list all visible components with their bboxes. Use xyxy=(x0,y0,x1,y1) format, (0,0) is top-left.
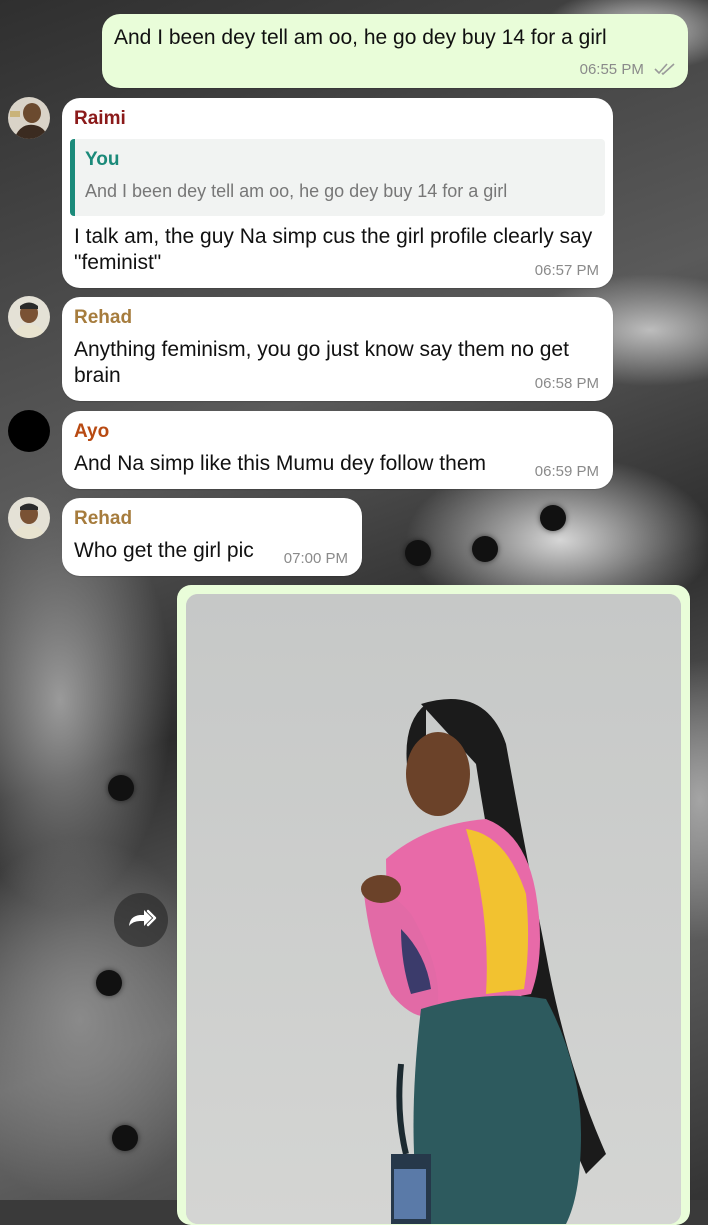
message-time: 07:00 PM xyxy=(283,550,348,567)
avatar[interactable] xyxy=(8,410,50,452)
message-text: Who get the girl pic xyxy=(74,539,254,562)
message-time: 06:59 PM xyxy=(534,463,599,480)
sender-name: Rehad xyxy=(74,307,133,328)
message-text: And Na simp like this Mumu dey follow th… xyxy=(74,452,486,475)
message-text: Anything feminism, you go just know say … xyxy=(74,338,569,387)
wallpaper-hole xyxy=(472,536,498,562)
outgoing-image-message[interactable] xyxy=(177,585,690,1225)
double-check-icon xyxy=(654,62,676,80)
forward-icon xyxy=(129,909,157,927)
wallpaper-hole xyxy=(96,970,122,996)
message-time-row: 06:55 PM xyxy=(580,61,676,80)
avatar[interactable] xyxy=(8,296,50,338)
shared-photo[interactable] xyxy=(186,594,681,1224)
outgoing-message[interactable]: And I been dey tell am oo, he go dey buy… xyxy=(102,14,688,88)
message-text: I talk am, the guy Na simp cus the girl … xyxy=(74,225,593,274)
sender-name: Ayo xyxy=(74,421,110,442)
wallpaper-hole xyxy=(405,540,431,566)
avatar[interactable] xyxy=(8,497,50,539)
sender-name: Raimi xyxy=(74,108,126,129)
message-time: 06:55 PM xyxy=(579,61,644,78)
wallpaper-hole xyxy=(540,505,566,531)
message-text: And I been dey tell am oo, he go dey buy… xyxy=(114,26,607,49)
incoming-message[interactable]: Ayo And Na simp like this Mumu dey follo… xyxy=(62,411,613,489)
message-time: 06:58 PM xyxy=(534,375,599,392)
incoming-message[interactable]: Raimi You And I been dey tell am oo, he … xyxy=(62,98,613,288)
wallpaper-hole xyxy=(112,1125,138,1151)
message-time: 06:57 PM xyxy=(534,262,599,279)
quote-author: You xyxy=(85,149,120,170)
avatar[interactable] xyxy=(8,97,50,139)
incoming-message[interactable]: Rehad Who get the girl pic 07:00 PM xyxy=(62,498,362,576)
quoted-message[interactable]: You And I been dey tell am oo, he go dey… xyxy=(70,139,605,216)
sender-name: Rehad xyxy=(74,508,133,529)
incoming-message[interactable]: Rehad Anything feminism, you go just kno… xyxy=(62,297,613,401)
wallpaper-hole xyxy=(108,775,134,801)
quote-text: And I been dey tell am oo, he go dey buy… xyxy=(85,181,508,201)
forward-button[interactable] xyxy=(114,893,168,947)
photo-illustration xyxy=(186,594,681,1224)
